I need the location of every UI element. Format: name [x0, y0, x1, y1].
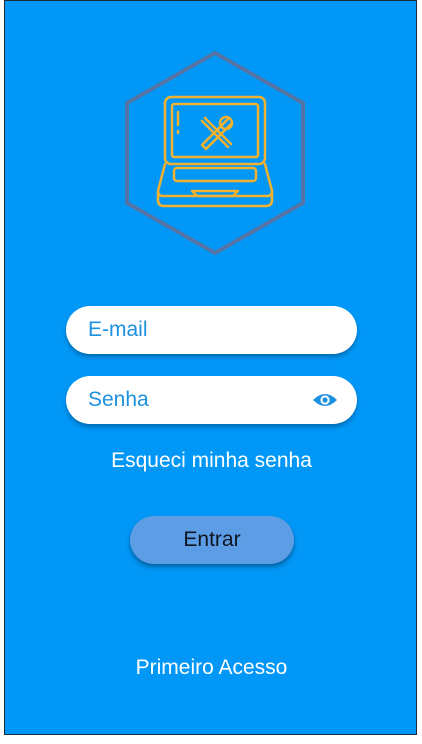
- eye-icon[interactable]: [312, 391, 338, 409]
- laptop-tools-icon: [125, 51, 305, 255]
- login-button[interactable]: Entrar: [130, 516, 294, 564]
- first-access-link[interactable]: Primeiro Acesso: [5, 656, 418, 680]
- login-screen: E-mail Senha Esqueci minha senha Entrar …: [4, 0, 417, 735]
- password-field[interactable]: Senha: [66, 376, 357, 424]
- email-field[interactable]: E-mail: [66, 306, 357, 354]
- login-button-label: Entrar: [183, 528, 241, 551]
- email-placeholder: E-mail: [88, 318, 148, 341]
- password-placeholder: Senha: [88, 388, 149, 411]
- forgot-password-link[interactable]: Esqueci minha senha: [5, 449, 418, 473]
